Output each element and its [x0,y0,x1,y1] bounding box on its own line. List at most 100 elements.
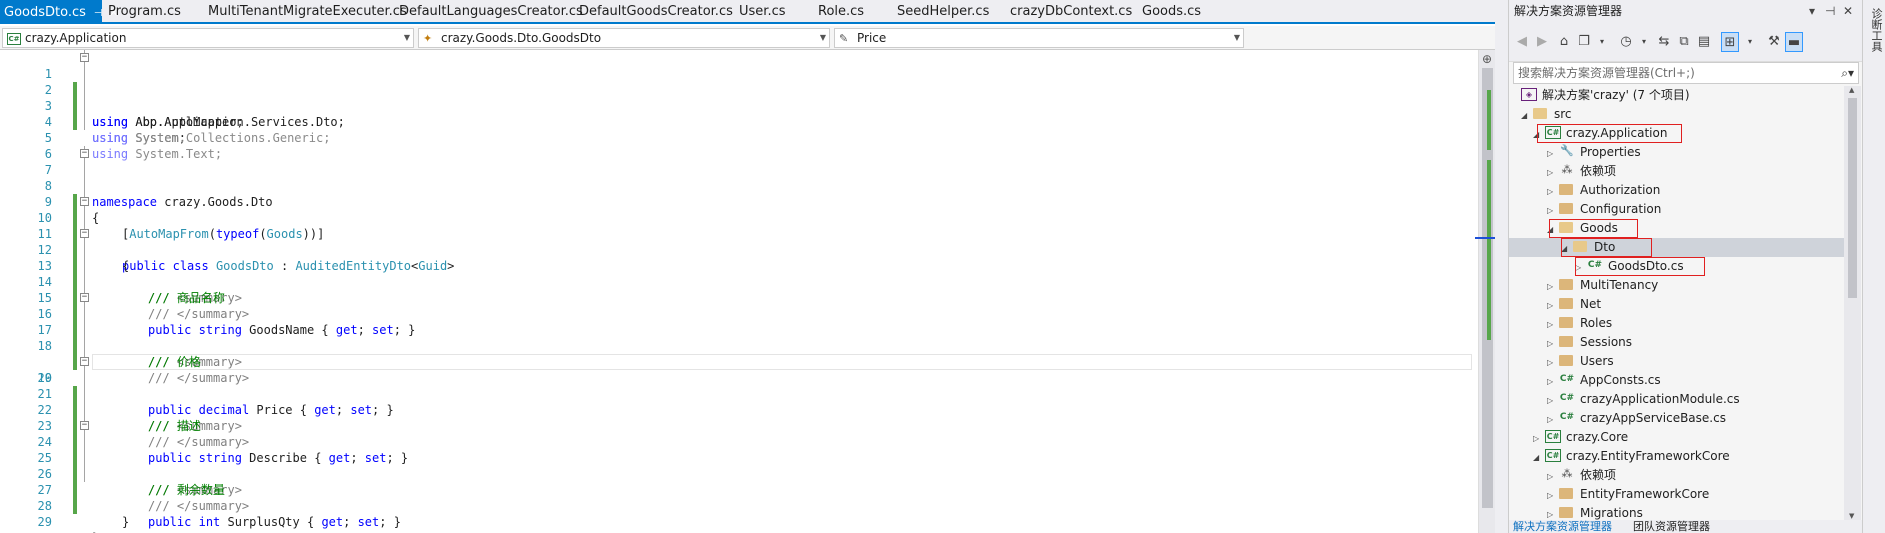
tab-multitenantmigrateexecuter[interactable]: MultiTenantMigrateExecuter.cs [208,2,407,22]
tree-item-roles[interactable]: ▷ Roles [1547,314,1612,333]
caret-position-marker [1475,237,1495,239]
change-map-marker [1487,90,1491,150]
tree-item-properties[interactable]: ▷ 🔧 Properties [1547,143,1641,162]
collapse-icon[interactable]: − [80,293,89,302]
tree-item-authorization[interactable]: ▷ Authorization [1547,181,1660,200]
collapsed-icon[interactable]: ▷ [1547,410,1559,429]
code-line: 23 public string Describe { get; set; } [0,402,1478,465]
tree-item-solution[interactable]: ◈ 解决方案'crazy' (7 个项目) [1521,86,1690,105]
tree-item-dependencies[interactable]: ▷ ⁂ 依赖项 [1547,466,1616,485]
collapsed-icon[interactable]: ▷ [1547,315,1559,334]
tree-item-net[interactable]: ▷ Net [1547,295,1601,314]
collapsed-icon[interactable]: ▷ [1547,163,1559,182]
collapsed-icon[interactable]: ▷ [1547,486,1559,505]
solution-tree-scrollbar[interactable]: ▲ ▼ [1844,86,1861,520]
editor-vertical-scrollbar[interactable]: ⊕ [1475,50,1495,533]
forward-icon[interactable]: ▶ [1533,32,1551,52]
collapsed-icon[interactable]: ▷ [1533,429,1545,448]
tree-item-crazyapplicationmodule-cs[interactable]: ▷ C# crazyApplicationModule.cs [1547,390,1740,409]
pin-icon[interactable]: ⊣ [94,2,103,26]
scrollbar-thumb[interactable] [1848,98,1857,298]
close-icon[interactable]: ✕ [1843,0,1853,22]
tree-item-crazy-entityframeworkcore[interactable]: ◢ C# crazy.EntityFrameworkCore [1533,447,1730,466]
home-icon[interactable]: ⌂ [1555,32,1573,52]
tab-team-explorer[interactable]: 团队资源管理器 [1633,520,1710,533]
solution-tree[interactable]: ◈ 解决方案'crazy' (7 个项目) ◢ src ◢ C# crazy.Appli… [1509,86,1844,520]
tree-view-icon[interactable]: ⊞ [1721,32,1739,52]
pending-changes-icon[interactable]: ◷ [1617,32,1635,52]
collapsed-icon[interactable]: ▷ [1547,201,1559,220]
tab-goods[interactable]: Goods.cs [1142,2,1201,22]
expanded-icon[interactable]: ◢ [1521,106,1533,125]
solution-explorer-toolbar: ◀ ▶ ⌂ ❐ ▾ ◷ ▾ ⇆ ⧉ ▤ ⊞ ▾ ⚒ ▬ [1509,22,1863,62]
collapsed-icon[interactable]: ▷ [1547,353,1559,372]
tree-item-crazyappservicebase-cs[interactable]: ▷ C# crazyAppServiceBase.cs [1547,409,1726,428]
member-dropdown[interactable]: ✎ Price ▼ [834,28,1244,48]
tree-item-configuration[interactable]: ▷ Configuration [1547,200,1661,219]
wrench-icon: 🔧 [1560,143,1574,157]
scroll-up-icon[interactable]: ▲ [1849,86,1854,94]
pin-icon[interactable]: ⊣ [1825,0,1835,22]
preview-icon[interactable]: ▬ [1785,32,1803,52]
tree-item-src[interactable]: ◢ src [1521,105,1572,124]
split-window-icon[interactable]: ⊕ [1482,52,1492,66]
tab-defaultgoodscreator[interactable]: DefaultGoodsCreator.cs [579,2,733,22]
code-area[interactable]: 1 − using Abp.Application.Services.Dto; … [0,50,1478,533]
scroll-down-icon[interactable]: ▼ [1849,512,1854,520]
expanded-icon[interactable]: ◢ [1533,448,1545,467]
collapse-icon[interactable]: − [80,229,89,238]
tree-item-dependencies[interactable]: ▷ ⁂ 依赖项 [1547,162,1616,181]
back-icon[interactable]: ◀ [1513,32,1531,52]
tab-solution-explorer[interactable]: 解决方案资源管理器 [1513,520,1612,533]
chevron-down-icon[interactable]: ▾ [1741,32,1759,52]
tab-defaultlanguagescreator[interactable]: DefaultLanguagesCreator.cs [399,2,583,22]
tab-user[interactable]: User.cs [739,2,786,22]
tree-item-multitenancy[interactable]: ▷ MultiTenancy [1547,276,1658,295]
collapsed-icon[interactable]: ▷ [1547,144,1559,163]
collapsed-icon[interactable]: ▷ [1547,372,1559,391]
collapsed-icon[interactable]: ▷ [1547,505,1559,520]
code-line: 25 /// 剩余数量 [0,434,1478,497]
solution-explorer-search-input[interactable]: 搜索解决方案资源管理器(Ctrl+;) ⌕▾ [1513,62,1859,84]
collapsed-icon[interactable]: ▷ [1547,334,1559,353]
collapse-icon[interactable]: − [80,357,89,366]
chevron-down-icon[interactable]: ▾ [1635,32,1653,52]
search-icon[interactable]: ⌕▾ [1841,63,1854,83]
tree-item-users[interactable]: ▷ Users [1547,352,1614,371]
collapsed-icon[interactable]: ▷ [1547,296,1559,315]
tree-item-crazy-core[interactable]: ▷ C# crazy.Core [1533,428,1628,447]
properties-wrench-icon[interactable]: ⚒ [1765,32,1783,52]
switch-views-icon[interactable]: ❐ [1575,32,1593,52]
tab-role[interactable]: Role.cs [818,2,864,22]
tree-item-entityframeworkcore[interactable]: ▷ EntityFrameworkCore [1547,485,1709,504]
tab-seedhelper[interactable]: SeedHelper.cs [897,2,989,22]
collapsed-icon[interactable]: ▷ [1547,467,1559,486]
chevron-down-icon[interactable]: ▾ [1593,32,1611,52]
tree-item-sessions[interactable]: ▷ Sessions [1547,333,1632,352]
collapsed-icon[interactable]: ▷ [1547,182,1559,201]
sync-icon[interactable]: ⇆ [1655,32,1673,52]
collapse-icon[interactable]: − [80,149,89,158]
project-dropdown[interactable]: C# crazy.Application ▼ [2,28,414,48]
diagnostic-tools-tab[interactable]: 诊断工具 [1868,8,1884,52]
tree-item-appconsts-cs[interactable]: ▷ C# AppConsts.cs [1547,371,1661,390]
tab-goodsdto[interactable]: GoodsDto.cs ⊣ × [0,0,119,26]
collapsed-icon[interactable]: ▷ [1547,391,1559,410]
tab-crazydbcontext[interactable]: crazyDbContext.cs [1010,2,1132,22]
show-all-files-icon[interactable]: ▤ [1695,32,1713,52]
type-dropdown[interactable]: ✦ crazy.Goods.Dto.GoodsDto ▼ [418,28,830,48]
tab-program[interactable]: Program.cs [108,2,181,22]
tree-item-migrations[interactable]: ▷ Migrations [1547,504,1643,520]
collapse-icon[interactable]: − [80,197,89,206]
code-editor: GoodsDto.cs ⊣ × Program.cs MultiTenantMigr… [0,0,1495,533]
collapse-icon[interactable]: − [80,53,89,62]
collapse-all-icon[interactable]: ⧉ [1675,32,1693,52]
tree-item-dto[interactable]: ◢ Dto [1509,238,1844,257]
collapsed-icon[interactable]: ▷ [1547,277,1559,296]
code-line: 11 { [0,210,1478,273]
navigation-bar: C# crazy.Application ▼ ✦ crazy.Goods.Dto.Go… [0,26,1495,50]
window-position-icon[interactable]: ▾ [1809,0,1815,22]
collapse-icon[interactable]: − [80,421,89,430]
code-line: 13 /// 商品名称 [0,242,1478,305]
tree-item-label: EntityFrameworkCore [1580,487,1710,501]
